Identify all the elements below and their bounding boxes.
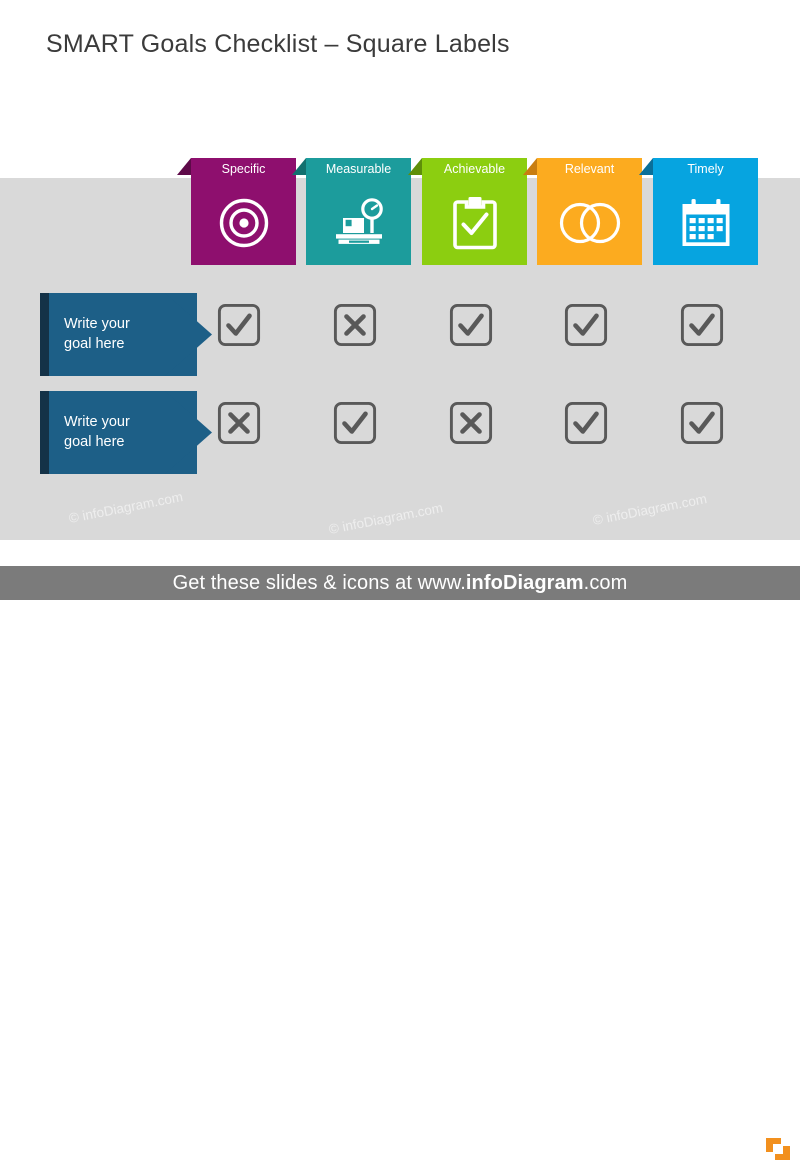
checkbox-checked-r1c5[interactable] — [680, 303, 724, 347]
checkbox-checked-r1c3[interactable] — [449, 303, 493, 347]
checkbox-crossed-r2c3[interactable] — [449, 401, 493, 445]
checkbox-crossed-r1c2[interactable] — [333, 303, 377, 347]
goal-row-label-line2: goal here — [64, 335, 125, 352]
infodiagram-logo-icon — [766, 1138, 790, 1160]
goal-row-label[interactable]: Write your goal here — [64, 391, 179, 474]
footer-text-after: .com — [583, 571, 628, 594]
checkbox-checked-r1c1[interactable] — [217, 303, 261, 347]
goal-row-accent-bar — [40, 293, 49, 376]
footer-cta-text: Get these slides & icons at www. infoDiag… — [0, 566, 800, 600]
goal-row-label-line1: Write your — [64, 316, 130, 333]
column-icon-panel — [422, 180, 527, 265]
column-icon-panel — [191, 180, 296, 265]
column-icon-panel — [306, 180, 411, 265]
checkbox-crossed-r2c1[interactable] — [217, 401, 261, 445]
calendar-icon — [653, 180, 758, 265]
goal-row-label-line1: Write your — [64, 414, 130, 431]
footer-bar: Get these slides & icons at www. infoDiag… — [0, 566, 800, 1160]
footer-brand-name: infoDiagram — [465, 571, 584, 594]
checkbox-checked-r1c4[interactable] — [564, 303, 608, 347]
column-header-label: Relevant — [564, 161, 615, 176]
ribbon-fold-icon — [639, 158, 653, 175]
footer-text-before: Get these slides & icons at www. — [172, 571, 466, 594]
ribbon-fold-icon — [292, 158, 306, 175]
ribbon-fold-icon — [523, 158, 537, 175]
checkbox-checked-r2c5[interactable] — [680, 401, 724, 445]
checkbox-checked-r2c2[interactable] — [333, 401, 377, 445]
checkbox-checked-r2c4[interactable] — [564, 401, 608, 445]
ribbon-fold-icon — [177, 158, 191, 175]
weighing-scale-icon — [306, 180, 411, 265]
target-icon — [191, 180, 296, 265]
slide-canvas: SMART Goals Checklist – Square Labels Sp… — [0, 0, 800, 1160]
column-icon-panel — [537, 180, 642, 265]
column-header-label: Specific — [221, 161, 266, 176]
page-title: SMART Goals Checklist – Square Labels — [46, 30, 510, 58]
column-header-label: Achievable — [443, 161, 506, 176]
column-header-label: Timely — [687, 161, 724, 176]
goal-row-accent-bar — [40, 391, 49, 474]
ribbon-fold-icon — [408, 158, 422, 175]
clipboard-check-icon — [422, 180, 527, 265]
column-icon-panel — [653, 180, 758, 265]
column-header-label: Measurable — [325, 161, 392, 176]
goal-row-label-line2: goal here — [64, 433, 125, 450]
goal-row-label[interactable]: Write your goal here — [64, 293, 179, 376]
venn-circles-icon — [537, 180, 642, 265]
